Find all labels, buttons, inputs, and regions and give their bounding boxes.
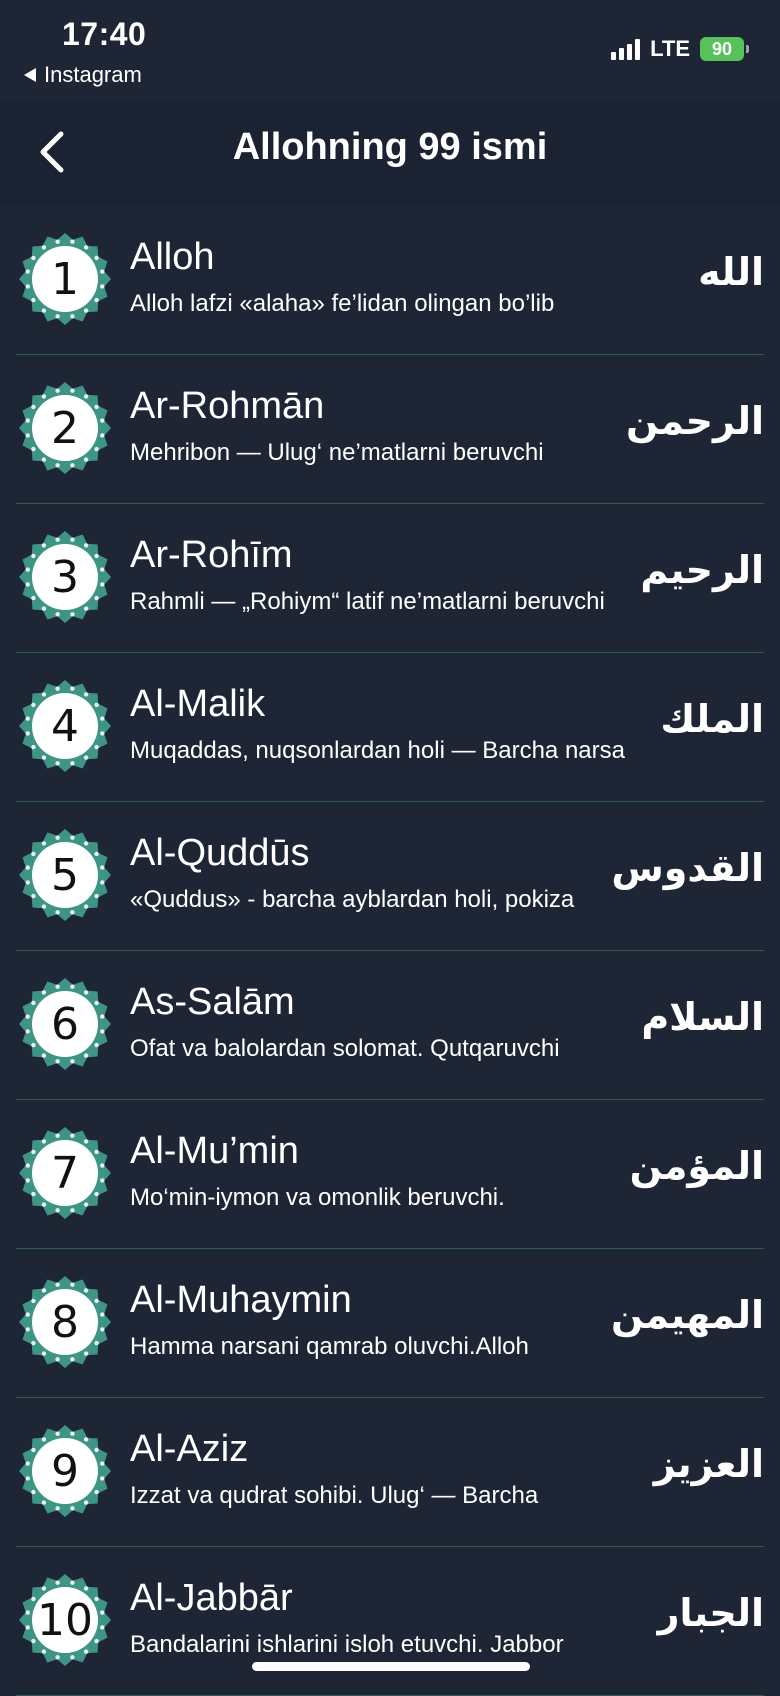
item-name: Al-Muhaymin <box>130 1279 352 1321</box>
number-badge-icon: 7 <box>18 1126 112 1220</box>
list-item[interactable]: 4 Al-Malik Muqaddas, nuqsonlardan holi — B… <box>16 653 764 802</box>
item-description: Muqaddas, nuqsonlardan holi — Barcha nar… <box>130 737 625 764</box>
list-item[interactable]: 2 Ar-Rohmān Mehribon — Ulug‘ ne’matlarni b… <box>16 355 764 504</box>
item-name: Al-Malik <box>130 683 266 725</box>
item-arabic-name: الله <box>698 250 764 294</box>
list-item[interactable]: 8 Al-Muhaymin Hamma narsani qamrab oluvchi… <box>16 1249 764 1398</box>
item-name: As-Salām <box>130 981 295 1023</box>
number-badge-icon: 8 <box>18 1275 112 1369</box>
item-name: Al-Quddūs <box>130 832 310 874</box>
item-name: Alloh <box>130 236 215 278</box>
item-number: 7 <box>51 1147 79 1199</box>
item-name: Ar-Rohmān <box>130 385 325 427</box>
item-number: 3 <box>51 551 79 603</box>
item-arabic-name: المهيمن <box>610 1293 764 1337</box>
item-arabic-name: العزيز <box>653 1442 764 1486</box>
battery-level: 90 <box>711 38 733 59</box>
item-description: Bandalarini ishlarini isloh etuvchi. Jab… <box>130 1631 564 1658</box>
item-arabic-name: المؤمن <box>629 1144 764 1188</box>
number-badge-icon: 2 <box>18 381 112 475</box>
number-badge-icon: 3 <box>18 530 112 624</box>
item-description: Izzat va qudrat sohibi. Ulug‘ — Barcha <box>130 1482 539 1509</box>
item-description: Mo‘min-iymon va omonlik beruvchi. <box>130 1184 505 1211</box>
item-description: Hamma narsani qamrab oluvchi.Alloh <box>130 1333 529 1360</box>
number-badge-icon: 5 <box>18 828 112 922</box>
number-badge-icon: 4 <box>18 679 112 773</box>
item-description: Ofat va balolardan solomat. Qutqaruvchi <box>130 1035 560 1062</box>
nav-header: Allohning 99 ismi <box>0 100 780 206</box>
status-bar: 17:40 Instagram LTE 90 <box>0 0 780 100</box>
list-item[interactable]: 10 Al-Jabbār Bandalarini ishlarini isloh e… <box>16 1547 764 1696</box>
item-description: Alloh lafzi «alaha» fe’lidan olingan bo’… <box>130 290 555 317</box>
item-number: 9 <box>51 1445 79 1497</box>
back-to-app-link[interactable]: Instagram <box>24 62 142 88</box>
number-badge-icon: 10 <box>18 1573 112 1667</box>
item-description: «Quddus» - barcha ayblardan holi, pokiza <box>130 886 575 913</box>
item-name: Al-Aziz <box>130 1428 249 1470</box>
item-number: 8 <box>51 1296 79 1348</box>
item-arabic-name: السلام <box>641 995 764 1039</box>
item-name: Ar-Rohīm <box>130 534 293 576</box>
list-item[interactable]: 3 Ar-Rohīm Rahmli — „Rohiym“ latif ne’matl… <box>16 504 764 653</box>
item-number: 2 <box>51 402 79 454</box>
list-item[interactable]: 6 As-Salām Ofat va balolardan solomat. Qut… <box>16 951 764 1100</box>
item-arabic-name: الرحيم <box>640 548 764 592</box>
status-time: 17:40 <box>62 16 147 52</box>
item-description: Rahmli — „Rohiym“ latif ne’matlarni beru… <box>130 588 605 615</box>
item-name: Al-Mu’min <box>130 1130 299 1172</box>
page-title: Allohning 99 ismi <box>232 126 548 168</box>
item-arabic-name: القدوس <box>611 846 764 890</box>
item-description: Mehribon — Ulug‘ ne’matlarni beruvchi <box>130 439 544 466</box>
item-number: 4 <box>51 700 79 752</box>
item-name: Al-Jabbār <box>130 1577 293 1619</box>
list-item[interactable]: 1 Alloh Alloh lafzi «alaha» fe’lidan oling… <box>16 206 764 355</box>
list-item[interactable]: 5 Al-Quddūs «Quddus» - barcha ayblardan ho… <box>16 802 764 951</box>
number-badge-icon: 9 <box>18 1424 112 1518</box>
back-triangle-icon <box>24 68 36 82</box>
item-number: 6 <box>51 998 79 1050</box>
status-indicators: LTE 90 <box>611 36 749 62</box>
names-list: 1 Alloh Alloh lafzi «alaha» fe’lidan oling… <box>0 206 780 1696</box>
back-app-label: Instagram <box>44 62 142 87</box>
number-badge-icon: 1 <box>18 232 112 326</box>
item-number: 1 <box>51 253 79 305</box>
number-badge-icon: 6 <box>18 977 112 1071</box>
item-number: 5 <box>51 849 79 901</box>
list-item[interactable]: 9 Al-Aziz Izzat va qudrat sohibi. Ulug‘ — … <box>16 1398 764 1547</box>
item-arabic-name: الجبار <box>657 1591 764 1635</box>
home-indicator <box>252 1662 530 1671</box>
item-number: 10 <box>37 1594 93 1646</box>
item-arabic-name: الرحمن <box>626 399 764 443</box>
network-type: LTE <box>650 36 690 61</box>
signal-icon <box>611 38 641 60</box>
battery-icon: 90 <box>700 37 749 61</box>
list-item[interactable]: 7 Al-Mu’min Mo‘min-iymon va omonlik beruvc… <box>16 1100 764 1249</box>
item-arabic-name: الملك <box>660 697 764 741</box>
